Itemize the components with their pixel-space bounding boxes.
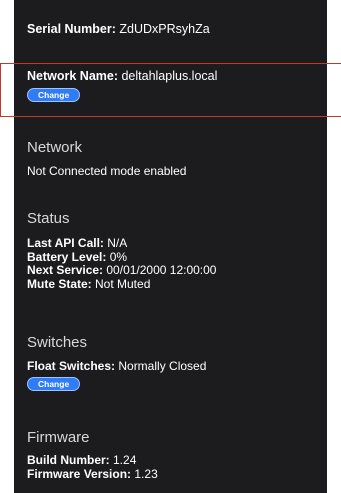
status-section-title: Status	[27, 210, 70, 227]
network-name-label: Network Name:	[27, 69, 118, 83]
firmware-details: Build Number: 1.24 Firmware Version: 1.2…	[27, 453, 158, 482]
battery-level-row: Battery Level: 0%	[27, 249, 216, 265]
mute-state-row: Mute State: Not Muted	[27, 276, 216, 292]
mute-state-label: Mute State:	[27, 276, 92, 291]
battery-level-value: 0%	[106, 249, 128, 264]
firmware-section-title: Firmware	[27, 429, 90, 446]
serial-number-value: ZdUDxPRsyhZa	[115, 22, 210, 36]
device-info-panel: Serial Number: ZdUDxPRsyhZa Network Name…	[14, 0, 327, 493]
build-number-value: 1.24	[109, 453, 137, 467]
serial-number-row: Serial Number: ZdUDxPRsyhZa	[27, 22, 210, 37]
network-name-change-button[interactable]: Change	[27, 88, 81, 102]
float-switches-value: Normally Closed	[115, 359, 207, 373]
firmware-version-label: Firmware Version:	[27, 466, 132, 481]
battery-level-label: Battery Level:	[27, 249, 107, 264]
float-switches-row: Float Switches: Normally Closed	[27, 359, 206, 374]
float-switches-label: Float Switches:	[27, 359, 116, 373]
next-service-value: 00/01/2000 12:00:00	[103, 263, 217, 277]
build-number-row: Build Number: 1.24	[27, 453, 158, 468]
firmware-version-value: 1.23	[131, 466, 158, 481]
network-name-row: Network Name: deltahlaplus.local	[27, 69, 217, 84]
last-api-call-label: Last API Call:	[27, 236, 104, 250]
build-number-label: Build Number:	[27, 453, 110, 467]
mute-state-value: Not Muted	[91, 276, 151, 291]
last-api-call-row: Last API Call: N/A	[27, 236, 216, 251]
status-details: Last API Call: N/A Battery Level: 0% Nex…	[27, 236, 217, 292]
last-api-call-value: N/A	[103, 236, 128, 250]
network-name-value: deltahlaplus.local	[118, 69, 218, 83]
next-service-row: Next Service: 00/01/2000 12:00:00	[27, 263, 217, 278]
firmware-version-row: Firmware Version: 1.23	[27, 466, 158, 482]
serial-number-label: Serial Number:	[27, 22, 116, 36]
switches-section-title: Switches	[27, 334, 88, 351]
float-switches-change-button[interactable]: Change	[27, 377, 81, 391]
network-section-title: Network	[27, 139, 83, 156]
next-service-label: Next Service:	[27, 263, 104, 277]
network-status-text: Not Connected mode enabled	[27, 164, 187, 178]
